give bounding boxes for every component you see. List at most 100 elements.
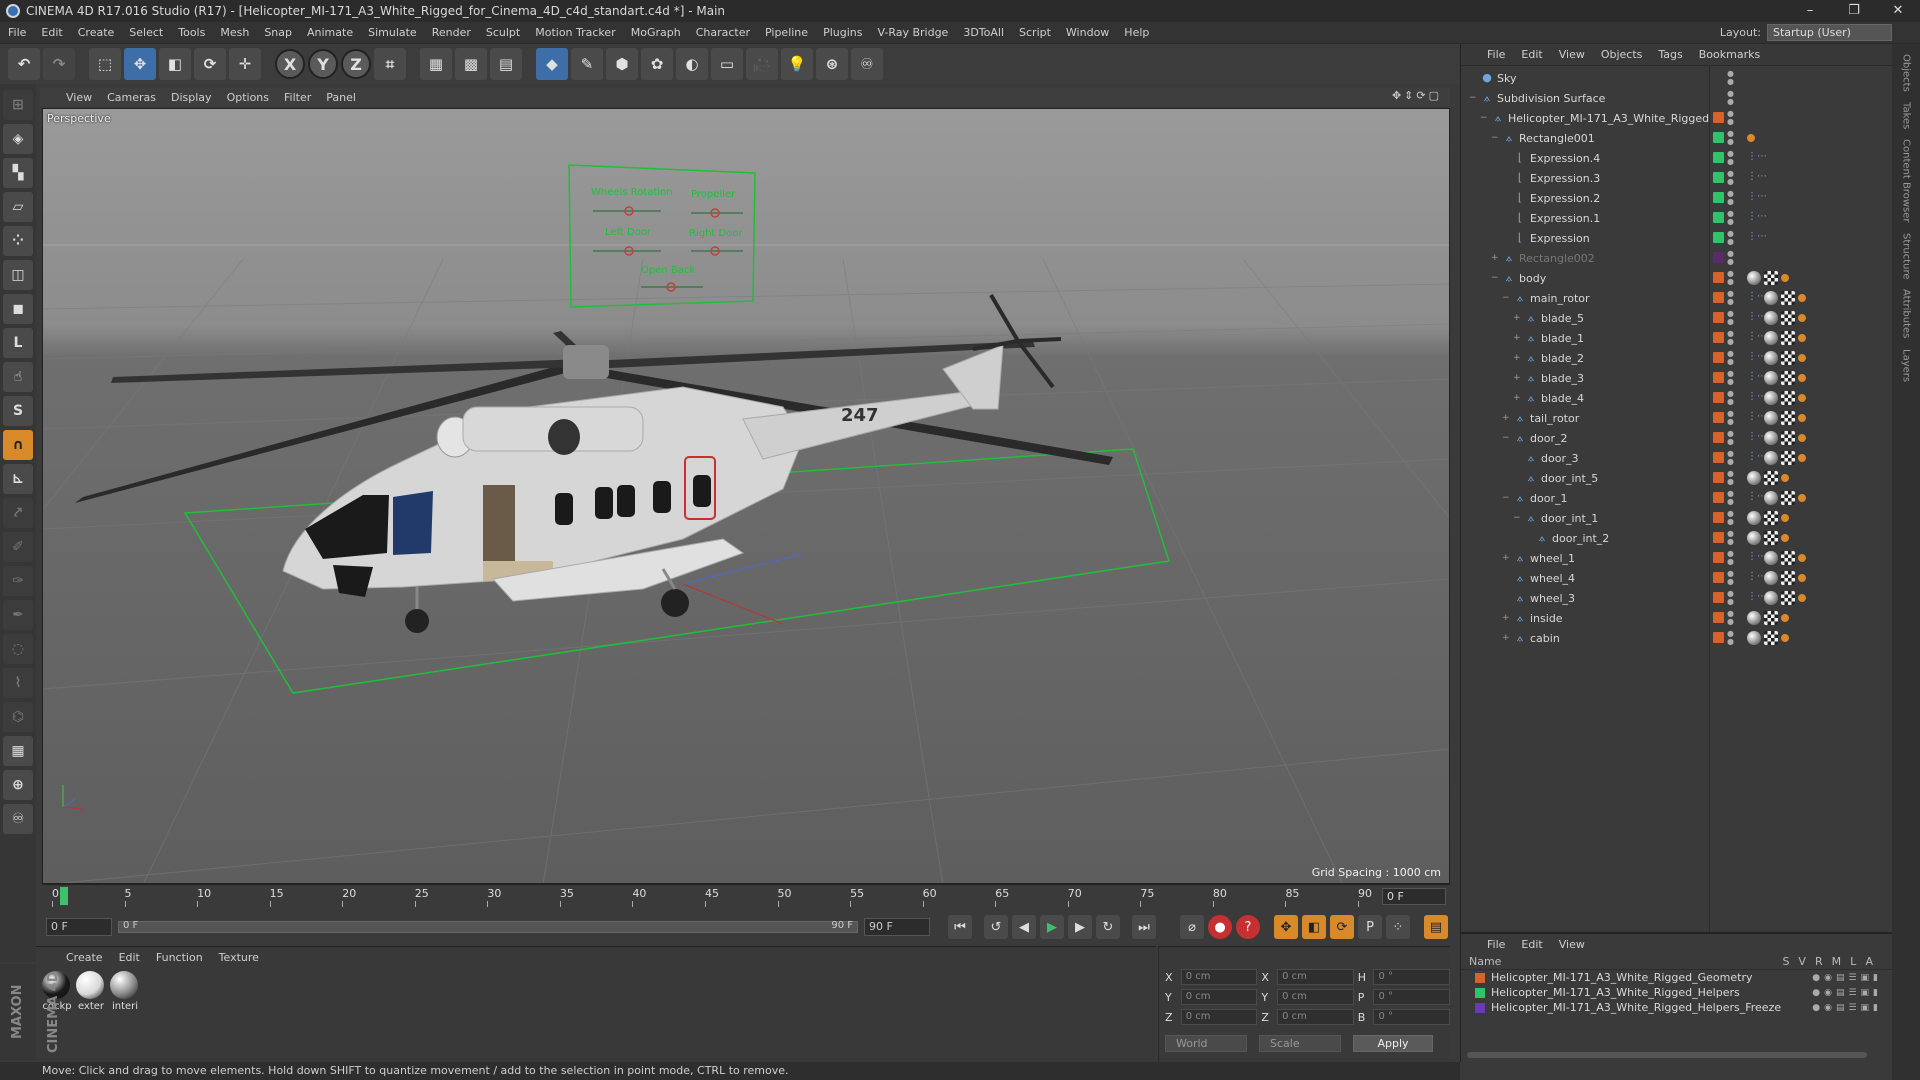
x-axis-lock-button[interactable]: X xyxy=(275,49,305,79)
flatten-brush-icon[interactable]: ⌇ xyxy=(3,668,33,698)
protection-tag-icon[interactable] xyxy=(1798,294,1806,302)
material-tag-icon[interactable] xyxy=(1747,611,1761,625)
object-row-main-rotor[interactable]: − ⟑ main_rotor ● ● ⋮⋯ xyxy=(1461,288,1893,308)
apply-button[interactable]: Apply xyxy=(1353,1035,1433,1052)
menu-tools[interactable]: Tools xyxy=(178,26,205,39)
texture-tag-icon[interactable] xyxy=(1781,571,1795,585)
position-field[interactable]: 0 cm xyxy=(1180,969,1258,985)
scale-mode-dropdown[interactable]: Scale xyxy=(1259,1035,1341,1052)
object-row-wheel-3[interactable]: ⟑ wheel_3 ● ● ⋮⋯ xyxy=(1461,588,1893,608)
object-menu-tags[interactable]: Tags xyxy=(1658,48,1682,61)
object-row-body[interactable]: − ⟑ body ● ● xyxy=(1461,268,1893,288)
layer-color-swatch[interactable] xyxy=(1713,552,1724,563)
protection-tag-icon[interactable] xyxy=(1798,314,1806,322)
layer-color-swatch[interactable] xyxy=(1713,112,1724,123)
layer-color-swatch[interactable] xyxy=(1713,532,1724,543)
xpresso-tag-icon[interactable]: ⋮⋯ xyxy=(1747,331,1767,345)
layer-scrollbar[interactable] xyxy=(1467,1052,1867,1058)
restore-icon[interactable]: ❐ xyxy=(1832,0,1876,22)
layer-row[interactable]: Helicopter_MI-171_A3_White_Rigged_Helper… xyxy=(1461,985,1892,1000)
edges-mode-icon[interactable]: ◫ xyxy=(3,260,33,290)
material-menu-edit[interactable]: Edit xyxy=(119,951,140,964)
visibility-dots-icon[interactable]: ● ● xyxy=(1727,250,1734,266)
move-tool-icon[interactable]: ✥ xyxy=(124,48,156,80)
object-row-expression-4[interactable]: ⌊ Expression.4 ● ● ⋮⋯ xyxy=(1461,148,1893,168)
previous-key-icon[interactable]: ↺ xyxy=(984,915,1008,939)
protection-tag-icon[interactable] xyxy=(1798,594,1806,602)
protection-tag-icon[interactable] xyxy=(1798,354,1806,362)
magnet-icon[interactable]: ∩ xyxy=(3,430,33,460)
expand-toggle-icon[interactable]: − xyxy=(1469,93,1479,103)
object-menu-file[interactable]: File xyxy=(1487,48,1505,61)
soft-selection-icon[interactable]: ⤤ xyxy=(3,498,33,528)
material-tag-icon[interactable] xyxy=(1747,271,1761,285)
xpresso-tag-icon[interactable]: ⋮⋯ xyxy=(1747,551,1767,565)
close-icon[interactable]: ✕ xyxy=(1876,0,1920,22)
layer-menu-file[interactable]: File xyxy=(1487,938,1505,951)
render-picture-viewer-icon[interactable]: ▩ xyxy=(455,48,487,80)
object-row-blade-4[interactable]: + ⟑ blade_4 ● ● ⋮⋯ xyxy=(1461,388,1893,408)
layer-color-swatch[interactable] xyxy=(1713,272,1724,283)
xpresso-tag-icon[interactable]: ⋮⋯ xyxy=(1747,191,1767,205)
size-field[interactable]: 0 cm xyxy=(1277,1009,1354,1025)
menu-create[interactable]: Create xyxy=(78,26,115,39)
playhead[interactable] xyxy=(60,887,68,905)
expand-toggle-icon[interactable]: + xyxy=(1513,393,1523,403)
xpresso-tag-icon[interactable]: ⋮⋯ xyxy=(1747,491,1767,505)
material-menu-texture[interactable]: Texture xyxy=(219,951,259,964)
render-settings-icon[interactable]: ▤ xyxy=(490,48,522,80)
visibility-dots-icon[interactable]: ● ● xyxy=(1727,450,1734,466)
side-tab-structure[interactable]: Structure xyxy=(1901,233,1912,280)
rotation-field[interactable]: 0 ° xyxy=(1373,969,1451,985)
object-row-blade-5[interactable]: + ⟑ blade_5 ● ● ⋮⋯ xyxy=(1461,308,1893,328)
xpresso-tag-icon[interactable]: ⋮⋯ xyxy=(1747,211,1767,225)
layer-color-swatch[interactable] xyxy=(1713,252,1724,263)
menu-animate[interactable]: Animate xyxy=(307,26,353,39)
protection-tag-icon[interactable] xyxy=(1798,494,1806,502)
visibility-dots-icon[interactable]: ● ● xyxy=(1727,350,1734,366)
layer-color-swatch[interactable] xyxy=(1713,232,1724,243)
object-menu-objects[interactable]: Objects xyxy=(1601,48,1643,61)
viewport-menu-display[interactable]: Display xyxy=(171,91,212,104)
cube-primitive-icon[interactable]: ◆ xyxy=(536,48,568,80)
start-frame-field[interactable]: 0 F xyxy=(46,918,112,936)
protection-tag-icon[interactable] xyxy=(1798,454,1806,462)
protection-tag-icon[interactable] xyxy=(1781,274,1789,282)
key-position-icon[interactable]: ✥ xyxy=(1274,915,1298,939)
object-menu-view[interactable]: View xyxy=(1559,48,1585,61)
object-row-door-1[interactable]: − ⟑ door_1 ● ● ⋮⋯ xyxy=(1461,488,1893,508)
expand-toggle-icon[interactable]: + xyxy=(1513,313,1523,323)
menu-character[interactable]: Character xyxy=(696,26,750,39)
current-frame-field[interactable]: 0 F xyxy=(1382,888,1446,905)
helicopter-model[interactable]: 247 xyxy=(75,293,1113,633)
material-tag-icon[interactable] xyxy=(1764,331,1778,345)
key-parameter-icon[interactable]: P xyxy=(1358,915,1382,939)
protection-tag-icon[interactable] xyxy=(1798,334,1806,342)
layer-color-swatch[interactable] xyxy=(1713,352,1724,363)
layer-color-swatch[interactable] xyxy=(1713,512,1724,523)
layer-row[interactable]: Helicopter_MI-171_A3_White_Rigged_Helper… xyxy=(1461,1000,1892,1015)
material-tag-icon[interactable] xyxy=(1747,511,1761,525)
layer-menu-edit[interactable]: Edit xyxy=(1521,938,1542,951)
viewport-menu-view[interactable]: View xyxy=(66,91,92,104)
object-row-wheel-1[interactable]: + ⟑ wheel_1 ● ● ⋮⋯ xyxy=(1461,548,1893,568)
motion-path-icon[interactable]: ⌀ xyxy=(1180,915,1204,939)
protection-tag-icon[interactable] xyxy=(1798,574,1806,582)
viewport-menu-options[interactable]: Options xyxy=(227,91,269,104)
viewport-menu-filter[interactable]: Filter xyxy=(284,91,311,104)
visibility-dots-icon[interactable]: ● ● xyxy=(1727,310,1734,326)
material-tag-icon[interactable] xyxy=(1747,631,1761,645)
material-tag-icon[interactable] xyxy=(1764,291,1778,305)
protection-tag-icon[interactable] xyxy=(1798,374,1806,382)
layer-color-swatch[interactable] xyxy=(1713,492,1724,503)
xpresso-tag-icon[interactable]: ⋮⋯ xyxy=(1747,451,1767,465)
material-tag-icon[interactable] xyxy=(1764,451,1778,465)
side-tab-takes[interactable]: Takes xyxy=(1901,102,1912,129)
xpresso-tag-icon[interactable]: ⋮⋯ xyxy=(1747,571,1767,585)
visibility-dots-icon[interactable]: ● ● xyxy=(1727,110,1734,126)
layer-color-swatch[interactable] xyxy=(1713,312,1724,323)
texture-tag-icon[interactable] xyxy=(1781,351,1795,365)
render-view-icon[interactable]: ▦ xyxy=(420,48,452,80)
pull-brush-icon[interactable]: ✒ xyxy=(3,600,33,630)
play-icon[interactable]: ▶ xyxy=(1040,915,1064,939)
